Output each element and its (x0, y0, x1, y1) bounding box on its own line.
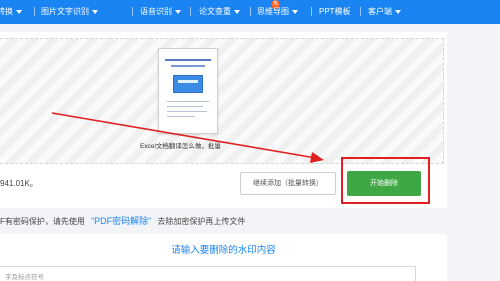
watermark-input[interactable]: 字及标点符号 (0, 266, 416, 281)
tip-suffix: 去除加密保护再上传文件 (157, 217, 246, 226)
pdf-password-remove-link[interactable]: “PDF密码解除” (91, 216, 151, 226)
watermark-title: 请输入要删除的水印内容 (171, 245, 276, 256)
password-tip: F有密码保护，请先使用 “PDF密码解除” 去除加密保护再上传文件 (0, 214, 245, 227)
arrow-shaft (51, 112, 317, 159)
arrow-head-icon (310, 152, 324, 163)
tip-prefix: F有密码保护，请先使用 (0, 217, 85, 226)
